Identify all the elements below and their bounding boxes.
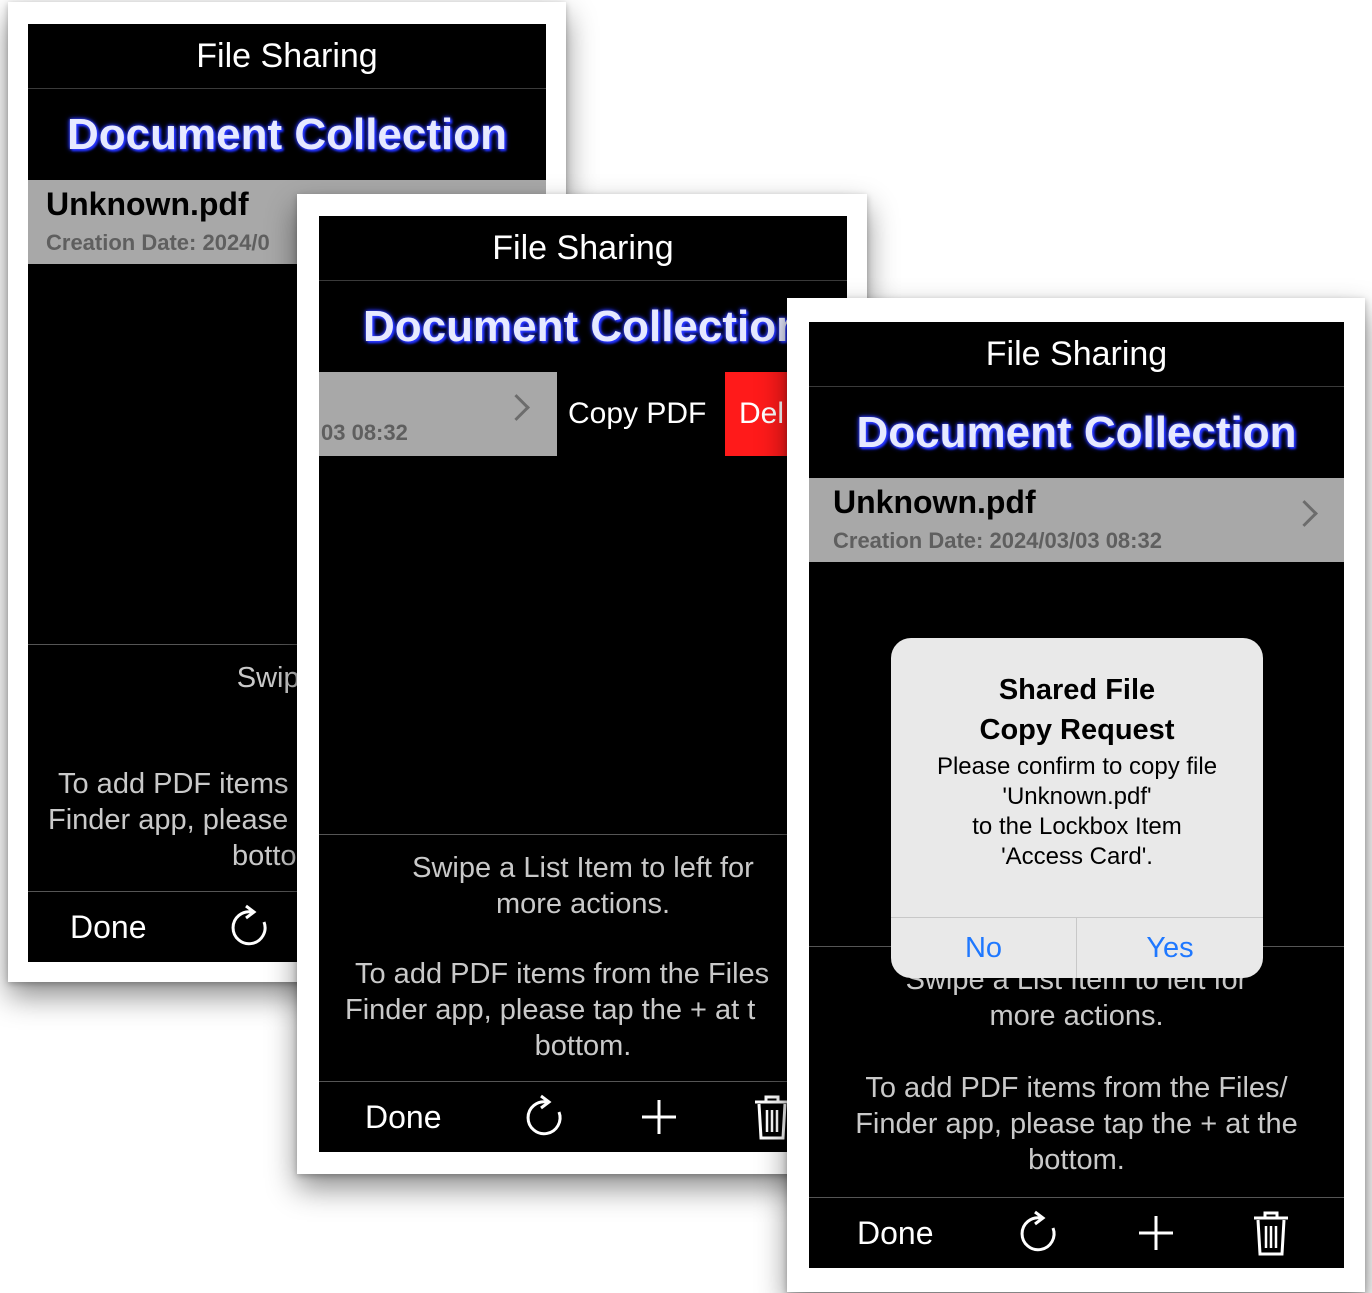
- trash-icon[interactable]: [1246, 1208, 1296, 1258]
- creation-date: Creation Date: 2024/03/03 08:32: [833, 528, 1162, 553]
- app-screen-3: File Sharing Document Collection Unknown…: [809, 322, 1344, 1268]
- instruction-line: bottom.: [1028, 1144, 1125, 1176]
- bottom-toolbar: Done: [319, 1081, 847, 1152]
- creation-date: 03 08:32: [321, 420, 408, 445]
- nav-title: File Sharing: [28, 24, 546, 89]
- plus-icon[interactable]: [634, 1092, 684, 1142]
- app-screen-2: File Sharing Document Collection 03 08:3…: [319, 216, 847, 1152]
- list-item[interactable]: Unknown.pdf Creation Date: 2024/03/03 08…: [809, 478, 1344, 562]
- instruction-line: To add PDF items from the Files/: [865, 1072, 1288, 1104]
- dialog-message: to the Lockbox Item: [972, 813, 1182, 840]
- refresh-icon[interactable]: [1015, 1208, 1065, 1258]
- yes-button[interactable]: Yes: [1077, 917, 1263, 978]
- done-button[interactable]: Done: [365, 1082, 442, 1152]
- list-item[interactable]: 03 08:32: [319, 372, 557, 456]
- refresh-icon[interactable]: [521, 1092, 571, 1142]
- collection-title: Document Collection: [362, 302, 804, 351]
- instruction-line: more actions.: [495, 888, 671, 920]
- dialog-title: Copy Request: [979, 714, 1175, 746]
- instruction-text: To add PDF items from the Files/ Finder …: [809, 1070, 1344, 1178]
- screenshot-frame-3: File Sharing Document Collection Unknown…: [787, 298, 1365, 1292]
- chevron-right-icon: [503, 394, 530, 421]
- file-name: Unknown.pdf: [833, 484, 1036, 520]
- instruction-text: To add PDF items from the Files Finder a…: [319, 956, 847, 1064]
- nav-title: File Sharing: [809, 322, 1344, 387]
- collection-title: Document Collection: [856, 408, 1297, 457]
- done-button[interactable]: Done: [857, 1198, 934, 1268]
- dialog-title: Shared File: [998, 674, 1156, 706]
- instruction-line: Finder app, please tap the + at the: [855, 1108, 1298, 1140]
- dialog-message: 'Access Card'.: [1001, 843, 1153, 870]
- no-button[interactable]: No: [891, 917, 1077, 978]
- chevron-right-icon: [1291, 500, 1318, 527]
- dialog-message: 'Unknown.pdf': [1002, 783, 1152, 810]
- creation-date: Creation Date: 2024/0: [46, 230, 270, 255]
- instruction-line: Swipe a List Item to left for: [412, 852, 754, 884]
- bottom-toolbar: Done: [809, 1197, 1344, 1268]
- copy-request-dialog: Shared File Copy Request Please confirm …: [891, 638, 1263, 978]
- instruction-line: more actions.: [989, 1000, 1164, 1032]
- plus-icon[interactable]: [1131, 1208, 1181, 1258]
- nav-title: File Sharing: [319, 216, 847, 281]
- instruction-text: Swipe a List Item to left for more actio…: [319, 850, 847, 922]
- dialog-message: Please confirm to copy file: [936, 753, 1218, 780]
- refresh-icon[interactable]: [226, 902, 276, 952]
- instruction-line: To add PDF items from the Files: [355, 958, 770, 990]
- file-name: Unknown.pdf: [46, 186, 249, 222]
- done-button[interactable]: Done: [70, 892, 147, 962]
- copy-pdf-button[interactable]: Copy PDF: [568, 372, 706, 456]
- divider: [319, 834, 847, 835]
- collection-title: Document Collection: [66, 110, 508, 159]
- screenshot-frame-2: File Sharing Document Collection 03 08:3…: [297, 194, 867, 1174]
- instruction-line: Finder app, please tap the + at t: [345, 994, 756, 1026]
- instruction-line: bottom.: [534, 1030, 632, 1062]
